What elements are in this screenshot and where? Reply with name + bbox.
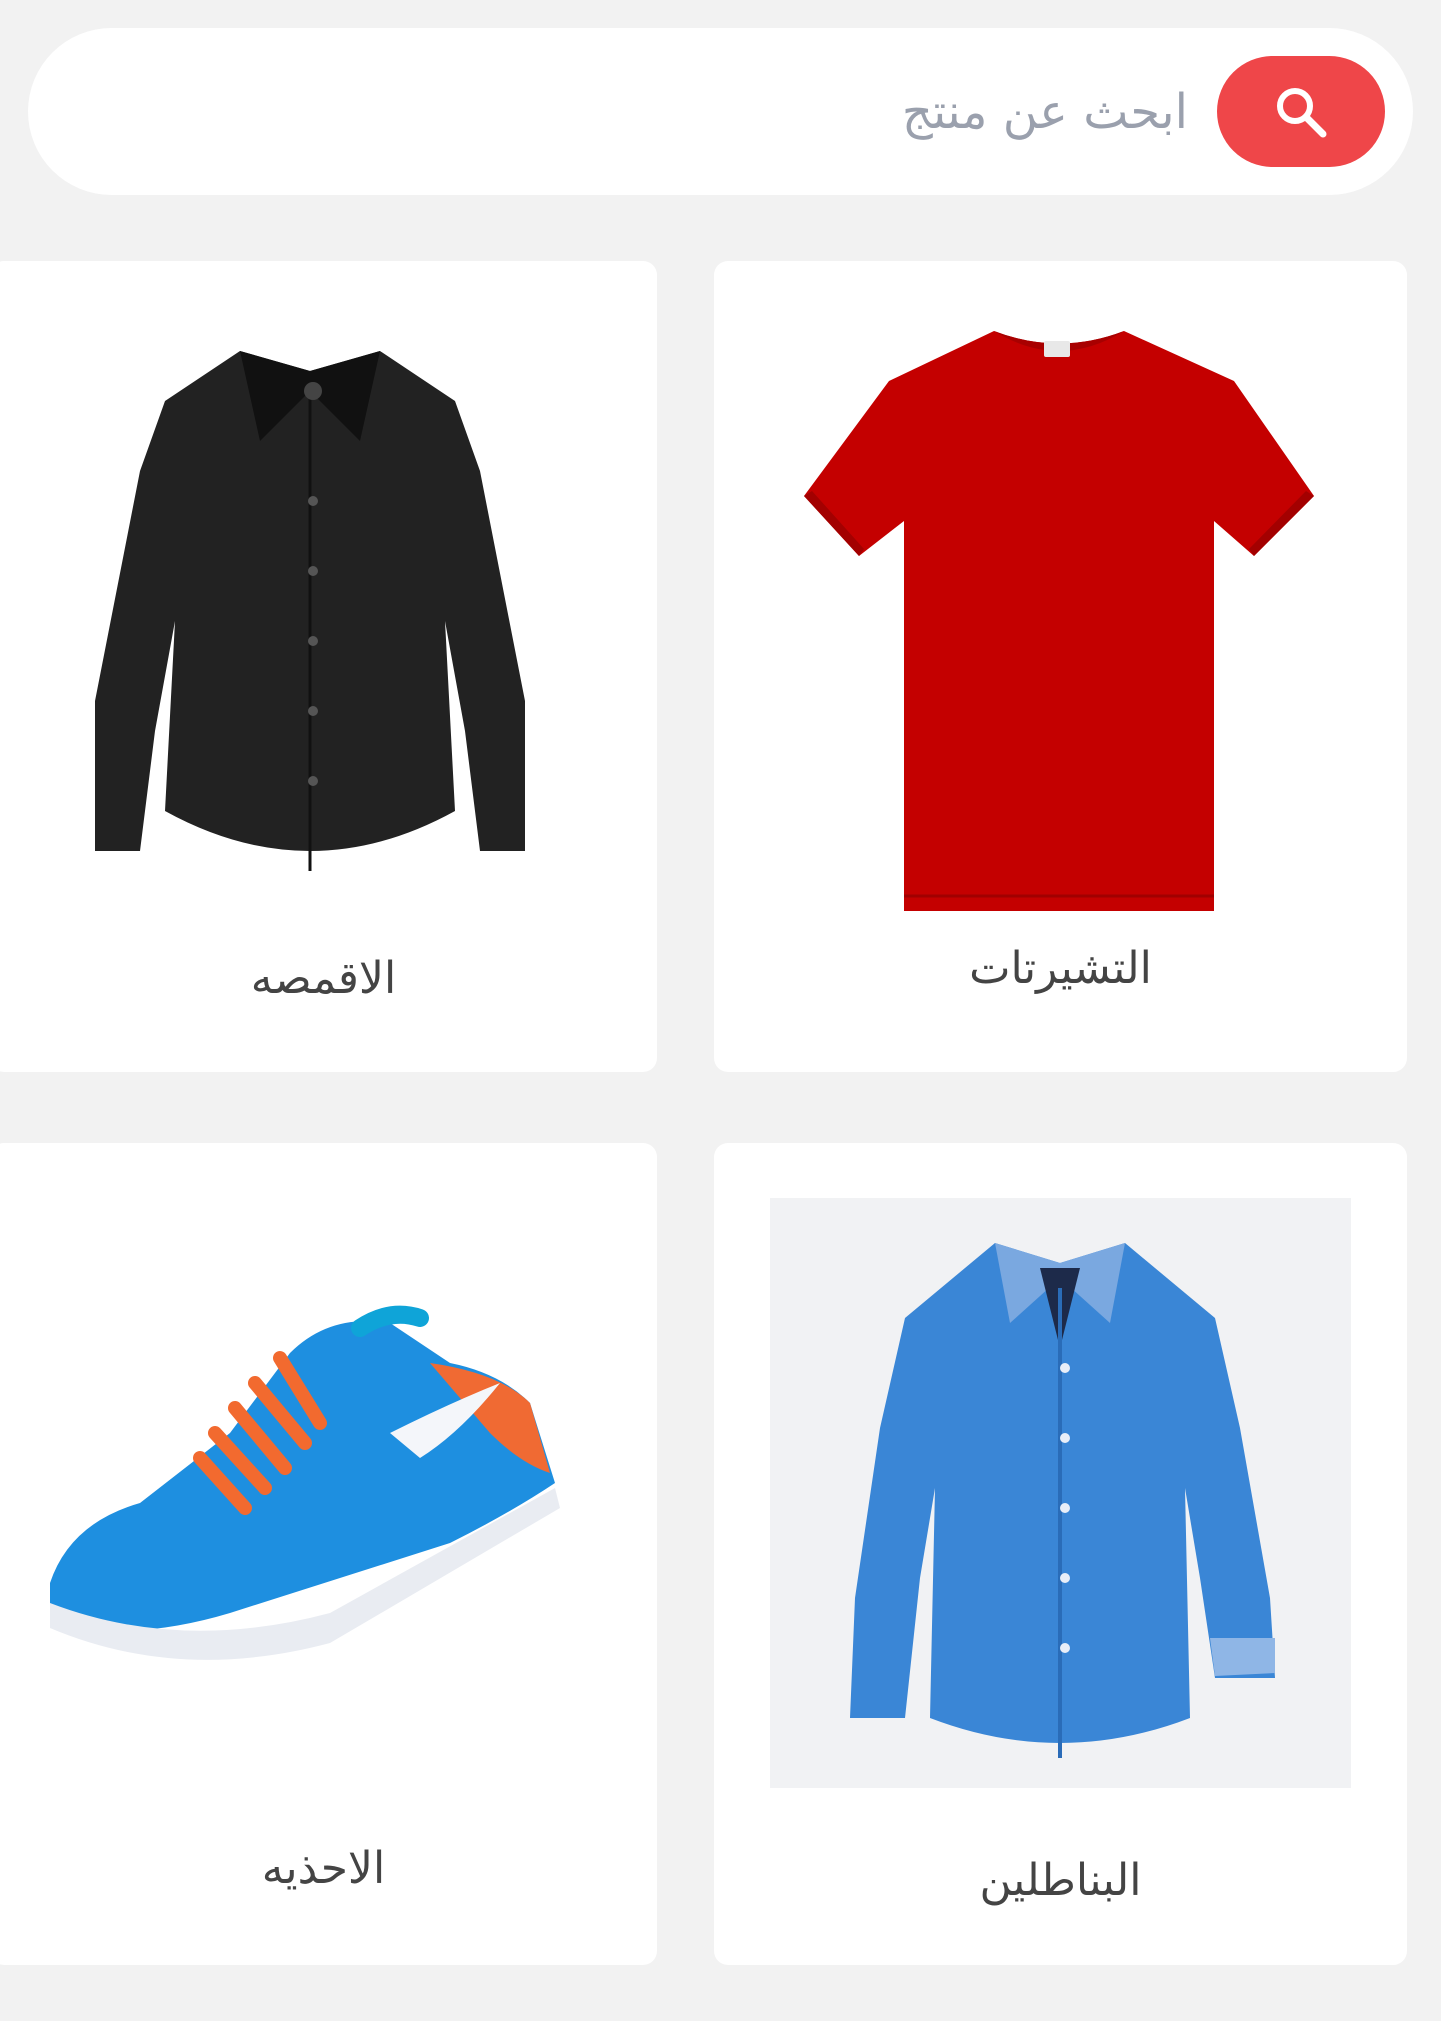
category-card-tshirts[interactable]: التشيرتات	[714, 261, 1407, 1072]
category-label: الاقمصه	[250, 953, 397, 1004]
red-tshirt-image	[804, 331, 1314, 911]
blue-shirt-image	[850, 1243, 1275, 1758]
search-input[interactable]	[128, 58, 1188, 165]
category-card-pants[interactable]: البناطلين	[714, 1143, 1407, 1965]
search-button[interactable]	[1217, 56, 1385, 167]
black-shirt-image	[95, 351, 525, 871]
search-bar	[28, 28, 1413, 195]
blue-sneaker-image	[50, 1305, 560, 1660]
category-label: التشيرتات	[969, 943, 1152, 994]
search-icon	[1277, 87, 1327, 137]
category-label: البناطلين	[979, 1855, 1142, 1906]
blue-shirt-image-frame	[770, 1198, 1351, 1788]
category-card-shoes[interactable]: الاحذيه	[0, 1143, 657, 1965]
category-card-shirts[interactable]: الاقمصه	[0, 261, 657, 1072]
category-label: الاحذيه	[261, 1843, 386, 1894]
